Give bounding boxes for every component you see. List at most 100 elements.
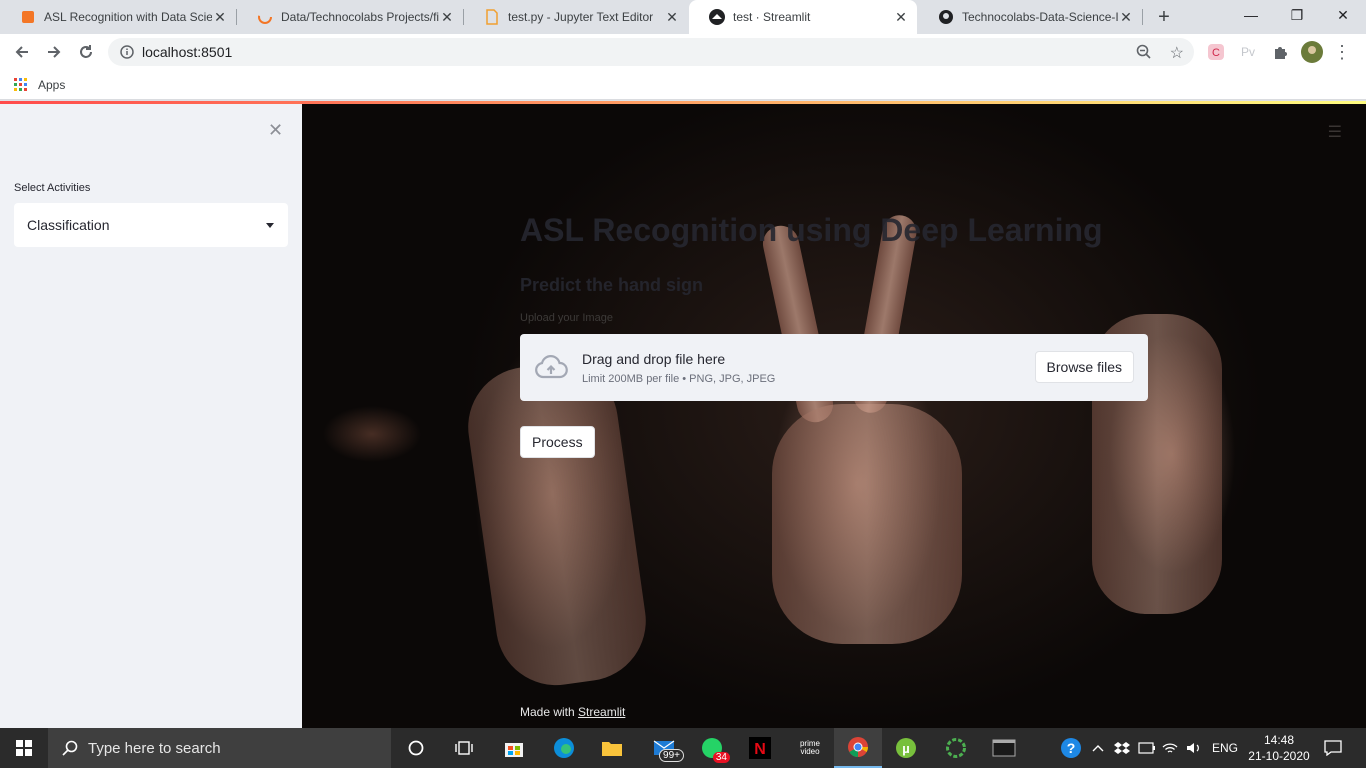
- whatsapp-badge: 34: [712, 752, 730, 763]
- clock-date: 21-10-2020: [1248, 749, 1310, 763]
- apps-label: Apps: [38, 77, 66, 92]
- windows-start-icon[interactable]: [0, 728, 48, 768]
- close-tab-icon[interactable]: ✕: [439, 9, 455, 25]
- browser-tab-strip: ASL Recognition with Data Scie ✕ Data/Te…: [0, 0, 1366, 34]
- tab-title: Technocolabs-Data-Science-In: [962, 10, 1118, 24]
- terminal-icon[interactable]: [980, 728, 1028, 768]
- taskbar-search-box[interactable]: Type here to search: [48, 728, 391, 768]
- address-bar[interactable]: localhost:8501 ☆: [108, 38, 1194, 66]
- task-view-icon[interactable]: [440, 728, 488, 768]
- streamlit-icon: [709, 9, 725, 25]
- selected-value: Classification: [27, 217, 110, 233]
- tab-separator: [1142, 9, 1143, 25]
- dropzone-text: Drag and drop file here Limit 200MB per …: [582, 351, 775, 385]
- tab-title: test.py - Jupyter Text Editor: [508, 10, 654, 24]
- tab-streamlit-active[interactable]: test · Streamlit ✕: [689, 0, 917, 34]
- tab-title: ASL Recognition with Data Scie: [44, 10, 212, 24]
- bookmark-star-icon[interactable]: ☆: [1170, 43, 1184, 63]
- search-icon: [62, 740, 78, 756]
- caret-down-icon: [266, 222, 274, 228]
- green-app-icon[interactable]: [932, 728, 980, 768]
- zoom-icon[interactable]: [1136, 44, 1152, 60]
- sidebar: ✕ Select Activities Classification: [0, 104, 302, 728]
- edge-browser-icon[interactable]: [540, 728, 588, 768]
- close-tab-icon[interactable]: ✕: [893, 9, 909, 25]
- file-explorer-icon[interactable]: [588, 728, 636, 768]
- cortana-icon[interactable]: [392, 728, 440, 768]
- mail-badge: 99+: [659, 749, 684, 762]
- wifi-icon[interactable]: [1162, 728, 1178, 768]
- system-clock[interactable]: 14:48 21-10-2020: [1248, 732, 1310, 764]
- streamlit-page: ✕ Select Activities Classification ☰ ASL…: [0, 101, 1366, 728]
- tab-github-repo[interactable]: Technocolabs-Data-Science-In ✕: [918, 0, 1142, 34]
- close-tab-icon[interactable]: ✕: [212, 9, 228, 25]
- footer: Made with Streamlit: [520, 705, 625, 719]
- notifications-icon[interactable]: [1324, 728, 1342, 768]
- tab-title: Data/Technocolabs Projects/fin: [281, 10, 439, 24]
- apps-shortcut[interactable]: Apps: [14, 77, 66, 92]
- language-indicator[interactable]: ENG: [1212, 728, 1238, 768]
- microsoft-store-icon[interactable]: [490, 728, 538, 768]
- back-icon[interactable]: [10, 40, 34, 64]
- profile-avatar[interactable]: [1300, 40, 1324, 64]
- tab-technocolabs-projects[interactable]: Data/Technocolabs Projects/fin ✕: [237, 0, 463, 34]
- whatsapp-icon[interactable]: 34: [688, 728, 736, 768]
- process-button[interactable]: Process: [520, 426, 595, 458]
- svg-text:?: ?: [1067, 740, 1076, 756]
- dropzone-title: Drag and drop file here: [582, 350, 726, 367]
- hamburger-menu-icon[interactable]: ☰: [1328, 122, 1342, 142]
- new-tab-button[interactable]: +: [1152, 5, 1176, 29]
- dropzone-limit: Limit 200MB per file • PNG, JPG, JPEG: [582, 372, 776, 385]
- tab-test-py-editor[interactable]: test.py - Jupyter Text Editor ✕: [464, 0, 688, 34]
- browser-toolbar: localhost:8501 ☆ C Pv ⋮: [0, 34, 1366, 70]
- help-icon[interactable]: ?: [1060, 728, 1082, 768]
- show-hidden-icons-chevron-icon[interactable]: [1092, 728, 1104, 768]
- close-sidebar-icon[interactable]: ✕: [268, 120, 283, 141]
- url-text: localhost:8501: [142, 44, 233, 60]
- restore-icon[interactable]: ❐: [1274, 0, 1320, 30]
- prime-video-icon[interactable]: prime video: [786, 728, 834, 768]
- clock-time: 14:48: [1263, 733, 1295, 747]
- extensions-puzzle-icon[interactable]: [1268, 40, 1292, 64]
- file-dropzone[interactable]: Drag and drop file here Limit 200MB per …: [520, 334, 1148, 401]
- svg-text:N: N: [754, 741, 766, 758]
- browse-files-button[interactable]: Browse files: [1034, 351, 1134, 383]
- cloud-upload-icon: [534, 351, 568, 385]
- info-icon[interactable]: [120, 45, 134, 59]
- footer-prefix: Made with: [520, 705, 579, 719]
- streamlit-link[interactable]: Streamlit: [578, 705, 625, 719]
- minimize-icon[interactable]: —: [1228, 0, 1274, 30]
- extension-pv-icon[interactable]: Pv: [1236, 40, 1260, 64]
- forward-icon[interactable]: [42, 40, 66, 64]
- svg-text:C: C: [1212, 47, 1220, 59]
- background-hand-palm: [772, 404, 962, 644]
- battery-icon[interactable]: [1138, 728, 1156, 768]
- utorrent-icon[interactable]: µ: [882, 728, 930, 768]
- mail-icon[interactable]: 99+: [640, 728, 688, 768]
- browser-menu-icon[interactable]: ⋮: [1330, 40, 1354, 64]
- page-subtitle: Predict the hand sign: [520, 275, 704, 295]
- chrome-icon[interactable]: [834, 728, 882, 768]
- tab-title: test · Streamlit: [733, 10, 811, 24]
- text-file-icon: [484, 9, 500, 25]
- prime-video-label: prime video: [799, 739, 820, 756]
- close-window-icon[interactable]: ✕: [1320, 0, 1366, 30]
- github-icon: [938, 9, 954, 25]
- extension-c-icon[interactable]: C: [1204, 40, 1228, 64]
- reload-icon[interactable]: [74, 40, 98, 64]
- close-tab-icon[interactable]: ✕: [664, 9, 680, 25]
- page-title: ASL Recognition using Deep Learning: [520, 212, 1103, 248]
- upload-label: Upload your Image: [520, 312, 613, 324]
- close-tab-icon[interactable]: ✕: [1118, 9, 1134, 25]
- netflix-icon[interactable]: N: [736, 728, 784, 768]
- select-activities-label: Select Activities: [14, 182, 91, 194]
- volume-icon[interactable]: [1186, 728, 1202, 768]
- jupyter-loading-icon: [257, 9, 273, 25]
- bookmarks-bar: Apps: [0, 70, 1366, 100]
- windows-taskbar: Type here to search 99+ 34 N prime video…: [0, 728, 1366, 768]
- jupyter-notebook-icon: [20, 9, 36, 25]
- main-content: ☰ ASL Recognition using Deep Learning Pr…: [302, 104, 1366, 728]
- dropbox-icon[interactable]: [1114, 728, 1130, 768]
- tab-asl-recognition[interactable]: ASL Recognition with Data Scie ✕: [0, 0, 236, 34]
- activities-select[interactable]: Classification: [14, 203, 288, 247]
